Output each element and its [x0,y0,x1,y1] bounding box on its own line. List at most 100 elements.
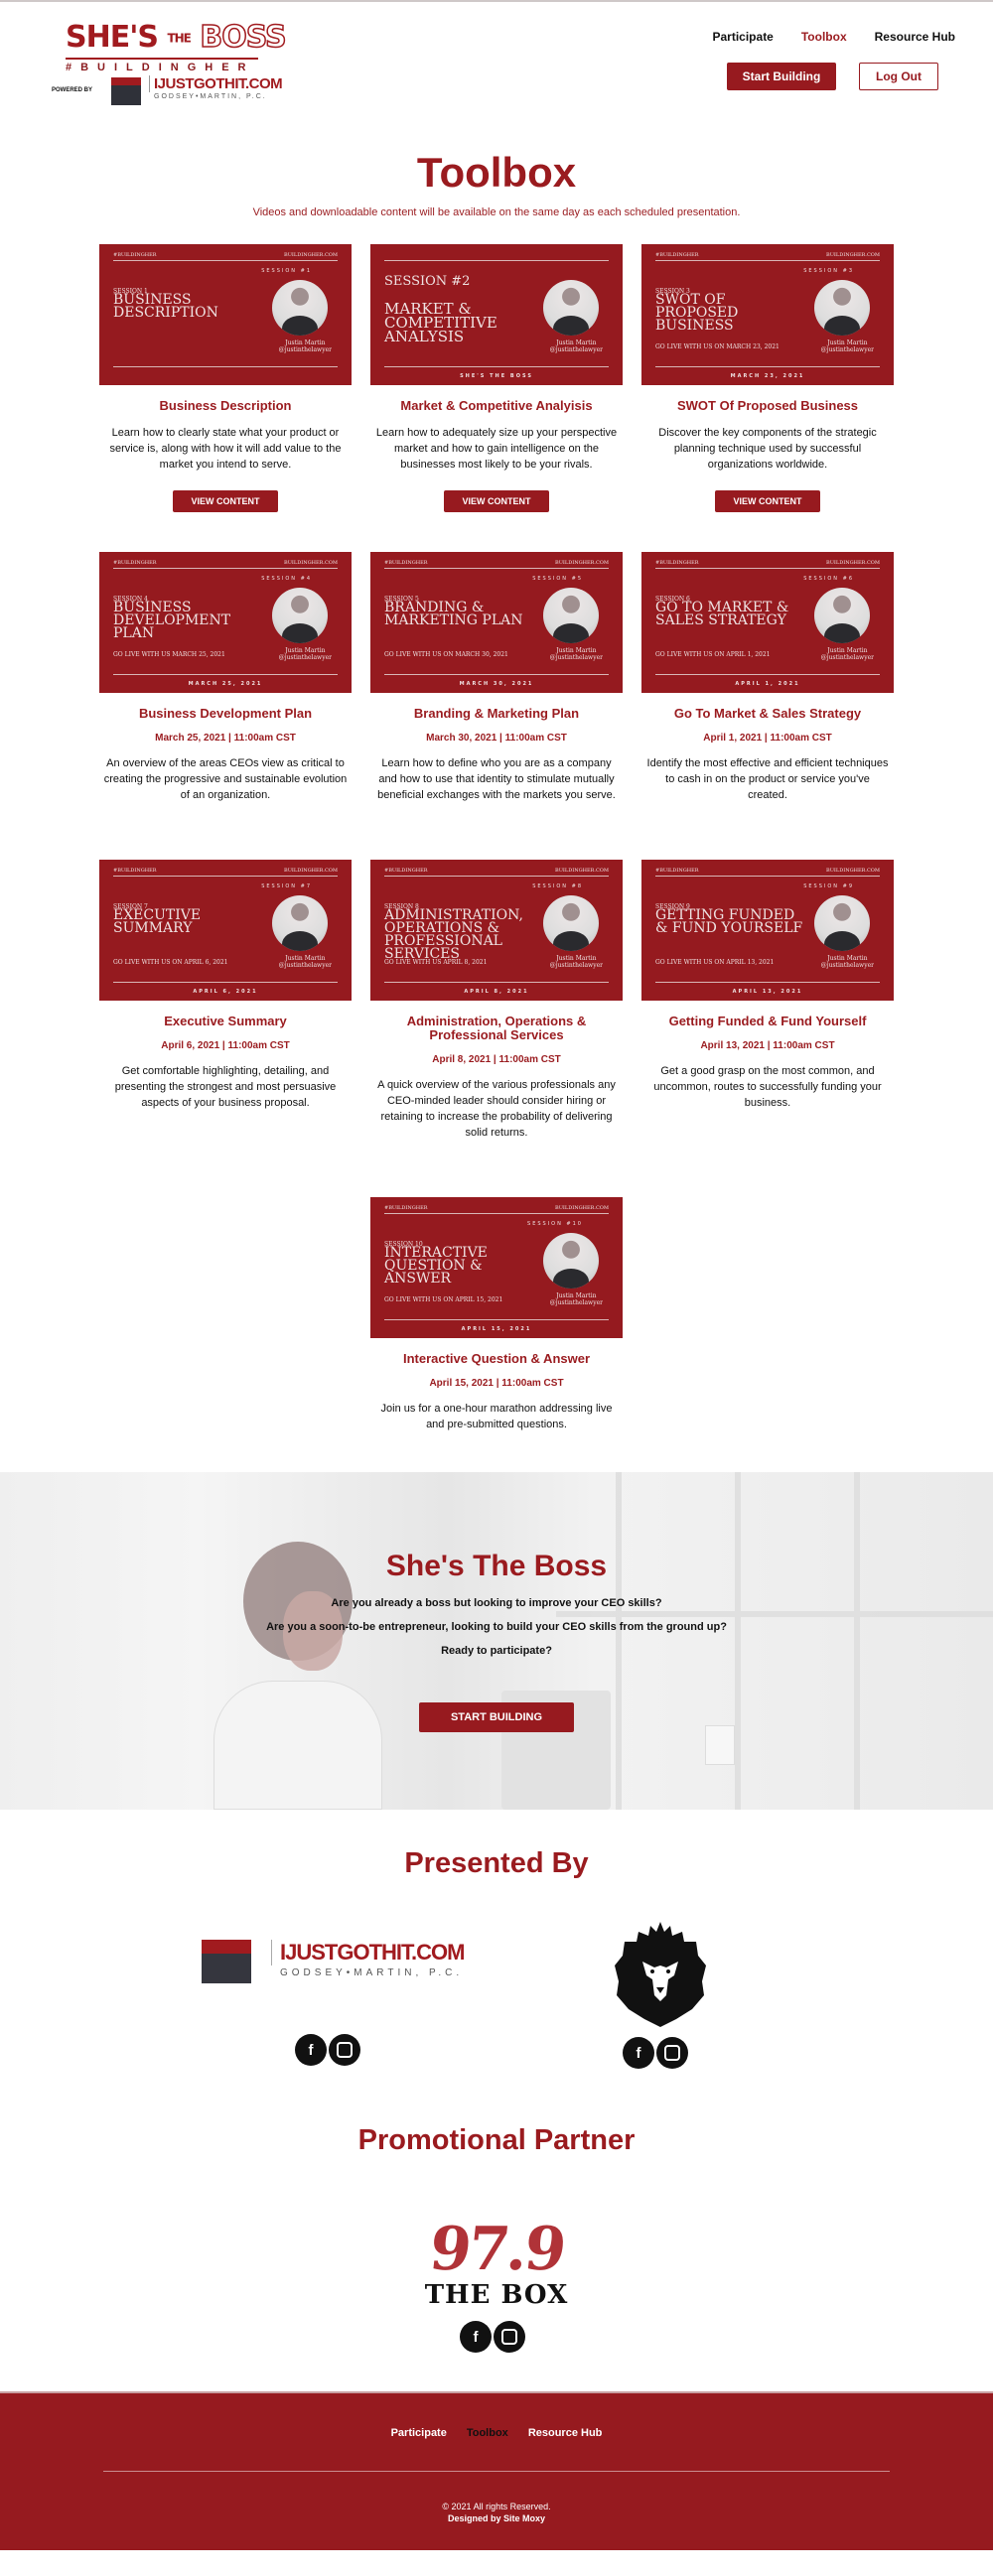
thumb-speaker: Justin Martin @justinthelawyer [279,647,332,661]
instagram-icon[interactable] [494,2321,525,2353]
speaker-handle: @justinthelawyer [278,654,332,661]
session-thumbnail[interactable]: #BUILDINGHER BUILDINGHER.COM SESSION #1 SES… [99,244,352,385]
session-date: March 25, 2021 | 11:00am CST [155,733,296,744]
thumb-rule-bottom [655,674,880,675]
footer-nav-toolbox[interactable]: Toolbox [467,2427,508,2439]
thumb-rule-top [384,1213,609,1214]
instagram-icon[interactable] [329,2034,360,2066]
session-thumbnail[interactable]: #BUILDINGHER BUILDINGHER.COM SESSION #6 SES… [641,552,894,693]
presented-by-title: Presented By [404,1847,589,1879]
thumb-date: APRIL 8, 2021 [464,989,529,995]
thumb-tag-right: BUILDINGHER.COM [284,252,338,258]
thumb-rule-top [655,260,880,261]
session-thumbnail[interactable]: #BUILDINGHER BUILDINGHER.COM SESSION #7 SES… [99,860,352,1001]
speaker-name: Justin Martin [556,339,597,346]
thumb-title: ADMINISTRATION, OPERATIONS & PROFESSIONA… [384,907,523,962]
thumb-tag-left: #BUILDINGHER [113,252,157,258]
log-out-button[interactable]: Log Out [859,63,938,90]
thumb-session-tag: SESSION #6 [803,576,854,582]
site-footer: Participate Toolbox Resource Hub © 2021 … [0,2391,993,2550]
facebook-icon[interactable]: f [623,2037,654,2069]
session-thumbnail[interactable]: #BUILDINGHER BUILDINGHER.COM SESSION #8 SES… [370,860,623,1001]
session-card: #BUILDINGHER BUILDINGHER.COM SESSION #3 SES… [641,244,894,552]
thumb-session-tag: SESSION #9 [803,883,854,889]
session-description: Join us for a one-hour marathon addressi… [380,1403,613,1430]
thumb-go-live: GO LIVE WITH US ON APRIL 1, 2021 [655,651,771,658]
session-thumbnail[interactable]: #BUILDINGHER BUILDINGHER.COM SESSION #10 SE… [370,1197,623,1338]
session-thumbnail[interactable]: #BUILDINGHER BUILDINGHER.COM SESSION #4 SES… [99,552,352,693]
session-title: Getting Funded & Fund Yourself [668,1014,867,1028]
footer-nav-resource-hub[interactable]: Resource Hub [528,2427,603,2439]
nav-toolbox[interactable]: Toolbox [801,30,847,44]
start-building-button[interactable]: Start Building [727,63,836,90]
nav-participate[interactable]: Participate [713,30,774,44]
thumb-session-tag: SESSION #8 [532,883,583,889]
hero-content: She's The Boss Are you already a boss bu… [0,1472,993,1732]
speaker-name: Justin Martin [556,955,597,962]
speaker-handle: @justinthelawyer [549,962,603,969]
hero-line-3: Ready to participate? [441,1645,552,1657]
site-header: SHE'S THE BOSS #BUILDINGHER POWERED BY I… [0,2,993,129]
logo-the: THE [167,31,191,46]
speaker-photo [543,280,599,336]
view-content-button[interactable]: VIEW CONTENT [715,490,820,512]
thumb-rule-bottom [384,982,609,983]
thumb-tag-right: BUILDINGHER.COM [555,560,609,566]
gm-cube-icon [202,1940,251,1983]
hero-start-building-button[interactable]: START BUILDING [419,1702,574,1732]
sponsor1-social: f [295,2034,360,2066]
session-thumbnail[interactable]: #BUILDINGHER BUILDINGHER.COM SESSION #5 SES… [370,552,623,693]
thumb-date: MARCH 30, 2021 [459,681,534,687]
lion-logo-icon[interactable] [613,1920,708,2029]
footer-nav-participate[interactable]: Participate [391,2427,447,2439]
footer-nav: Participate Toolbox Resource Hub [0,2393,993,2439]
the-box-logo-name[interactable]: THE BOX [0,2280,993,2310]
speaker-photo [543,895,599,951]
session-card: #BUILDINGHER BUILDINGHER.COM SESSION #6 SES… [641,552,894,860]
session-card: #BUILDINGHER BUILDINGHER.COM SESSION #8 SES… [370,860,623,1197]
session-description: Identify the most effective and efficien… [646,757,889,801]
thumb-rule-top [113,876,338,877]
session-description: Learn how to adequately size up your per… [375,427,618,471]
thumb-rule-bottom [113,674,338,675]
logo-rule [66,58,258,60]
session-thumbnail[interactable]: SESSION #2 MARKET & COMPETITIVE ANALYSIS J… [370,244,623,385]
thumb-tag-left: #BUILDINGHER [655,252,699,258]
session-description: Learn how to clearly state what your pro… [109,427,342,471]
view-content-button[interactable]: VIEW CONTENT [173,490,278,512]
speaker-handle: @justinthelawyer [820,962,874,969]
shes-the-boss-logo[interactable]: SHE'S THE BOSS #BUILDINGHER POWERED BY I… [52,19,287,107]
session-thumbnail[interactable]: #BUILDINGHER BUILDINGHER.COM SESSION #3 SES… [641,244,894,385]
thumb-tag-right: BUILDINGHER.COM [555,1205,609,1211]
thumb-rule-top [655,568,880,569]
thumb-tag-right: BUILDINGHER.COM [826,252,880,258]
speaker-photo [543,588,599,643]
speaker-name: Justin Martin [827,955,868,962]
session-description: Get a good grasp on the most common, and… [653,1065,882,1109]
nav-resource-hub[interactable]: Resource Hub [875,30,955,44]
session-thumbnail[interactable]: #BUILDINGHER BUILDINGHER.COM SESSION #9 SES… [641,860,894,1001]
thumb-speaker: Justin Martin @justinthelawyer [550,647,603,661]
facebook-icon[interactable]: f [460,2321,492,2353]
thumb-rule-bottom [384,366,609,367]
session-description: An overview of the areas CEOs view as cr… [103,757,348,801]
session-date: April 13, 2021 | 11:00am CST [700,1040,835,1051]
speaker-name: Justin Martin [827,647,868,654]
thumb-session-tag: SESSION #4 [261,576,312,582]
thumb-tag-left: #BUILDINGHER [384,868,428,874]
page-subtitle: Videos and downloadable content will be … [252,206,741,218]
session-description: Learn how to define who you are as a com… [377,757,616,801]
thumb-date: MARCH 25, 2021 [188,681,263,687]
thumb-speaker: Justin Martin @justinthelawyer [821,647,874,661]
session-title: SWOT Of Proposed Business [676,398,859,413]
designed-by[interactable]: Designed by Site Moxy [0,2513,993,2523]
speaker-handle: @justinthelawyer [820,346,874,353]
the-box-logo-number[interactable]: 97.9 [0,2215,993,2284]
facebook-icon[interactable]: f [295,2034,327,2066]
powered-by-label: POWERED BY [52,87,93,93]
instagram-icon[interactable] [656,2037,688,2069]
thumb-tag-right: BUILDINGHER.COM [826,560,880,566]
speaker-photo [814,280,870,336]
thumb-rule-bottom [113,982,338,983]
view-content-button[interactable]: VIEW CONTENT [444,490,549,512]
